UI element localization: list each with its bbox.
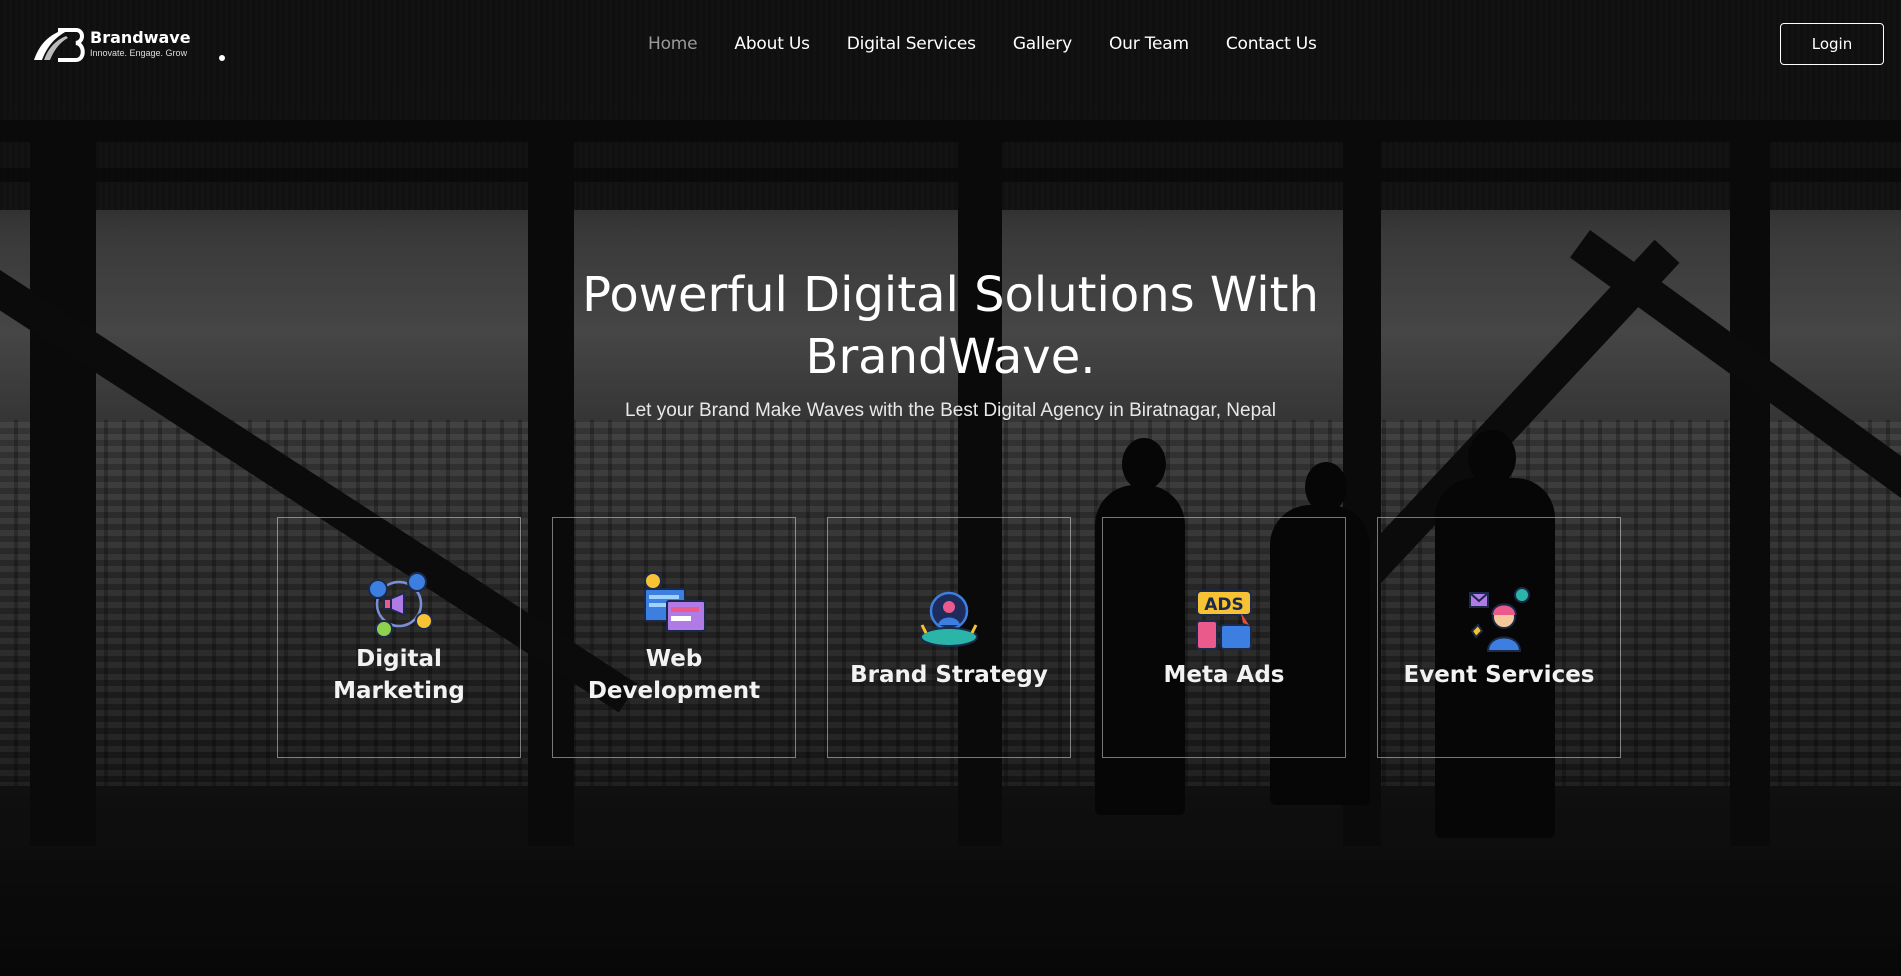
service-label: Brand Strategy (850, 661, 1048, 688)
nav-item-about-us[interactable]: About Us (734, 34, 810, 54)
service-card-brand-strategy[interactable]: Brand Strategy (827, 517, 1071, 758)
login-button[interactable]: Login (1780, 23, 1884, 65)
ads-icon-text: ADS (1204, 595, 1244, 615)
brand-tagline: Innovate. Engage. Grow (90, 48, 188, 58)
nav-item-gallery[interactable]: Gallery (1013, 34, 1072, 54)
service-card-event-services[interactable]: Event Services (1377, 517, 1621, 758)
hero-title-line2: BrandWave. (805, 329, 1096, 385)
service-label: Digital Marketing (333, 645, 465, 704)
nav-item-contact-us[interactable]: Contact Us (1226, 34, 1317, 54)
brandwave-logo-icon (34, 28, 85, 62)
service-card-digital-marketing[interactable]: Digital Marketing (277, 517, 521, 758)
nav-item-home[interactable]: Home (648, 34, 698, 54)
service-label: Event Services (1403, 661, 1595, 688)
nav-item-digital-services[interactable]: Digital Services (847, 34, 976, 54)
digital-marketing-icon (368, 571, 433, 638)
service-card-web-development[interactable]: Web Development (552, 517, 796, 758)
brand-name: Brandwave (90, 28, 191, 47)
brand-logo[interactable]: Brandwave Innovate. Engage. Grow (30, 22, 191, 66)
brand-strategy-icon (920, 591, 978, 647)
hero-title: Powerful Digital Solutions With BrandWav… (0, 264, 1901, 388)
site-header: Brandwave Innovate. Engage. Grow Home Ab… (0, 0, 1901, 90)
brand-wordmark: Brandwave Innovate. Engage. Grow (90, 30, 191, 58)
hero-background-image (0, 0, 1901, 976)
hero-title-line1: Powerful Digital Solutions With (582, 267, 1319, 323)
decorative-dot (219, 55, 225, 61)
event-services-icon (1469, 586, 1530, 652)
nav-item-our-team[interactable]: Our Team (1109, 34, 1189, 54)
meta-ads-icon: ADS (1196, 589, 1252, 650)
service-label: Meta Ads (1163, 661, 1285, 688)
main-nav: Home About Us Digital Services Gallery O… (648, 34, 1354, 54)
service-card-meta-ads[interactable]: ADS Meta Ads (1102, 517, 1346, 758)
hero-subtitle: Let your Brand Make Waves with the Best … (625, 400, 1276, 421)
service-label: Web Development (587, 645, 761, 704)
web-development-icon (644, 571, 706, 632)
